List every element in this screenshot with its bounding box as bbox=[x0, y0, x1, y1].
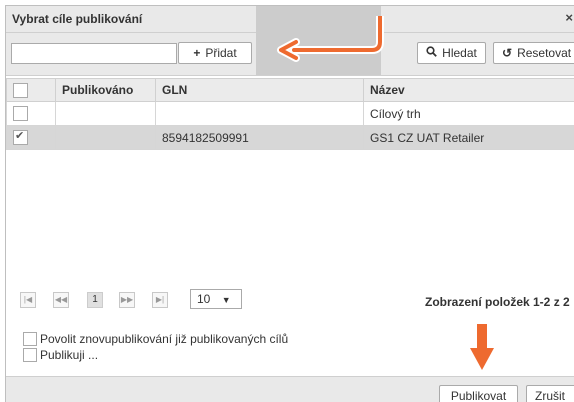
search-button-label: Hledat bbox=[442, 46, 477, 60]
options: Povolit znovupublikování již publikovaný… bbox=[23, 331, 288, 363]
dialog-title: Vybrat cíle publikování bbox=[12, 12, 142, 26]
pager: |◀ ◀◀ 1 ▶▶ ▶| 10 ▼ Zobrazení položek 1-2… bbox=[6, 287, 574, 317]
page-size-value: 10 bbox=[197, 292, 210, 306]
gln-cell bbox=[156, 102, 364, 126]
gln-cell: 8594182509991 bbox=[156, 126, 364, 150]
allow-republish-label: Povolit znovupublikování již publikovaný… bbox=[40, 332, 288, 346]
reset-button-label: Resetovat bbox=[517, 46, 571, 60]
add-button-label: Přidat bbox=[205, 46, 236, 60]
prev-page-icon[interactable]: ◀◀ bbox=[53, 292, 69, 308]
published-cell bbox=[56, 126, 156, 150]
option-publishing[interactable]: Publikuji ... bbox=[23, 347, 288, 363]
row-select-cell[interactable] bbox=[7, 126, 56, 150]
publish-button[interactable]: Publikovat bbox=[439, 385, 518, 402]
pager-summary: Zobrazení položek 1-2 z 2 bbox=[425, 295, 570, 309]
chevron-down-icon: ▼ bbox=[222, 295, 231, 305]
publishing-label: Publikuji ... bbox=[40, 348, 98, 362]
row-checkbox-checked[interactable] bbox=[13, 130, 28, 145]
header-select-all[interactable] bbox=[7, 79, 56, 102]
column-header-published[interactable]: Publikováno bbox=[56, 79, 156, 102]
close-icon[interactable]: × bbox=[565, 10, 573, 25]
targets-table: Publikováno GLN Název Cílový trh 8594182… bbox=[6, 78, 574, 150]
current-page[interactable]: 1 bbox=[87, 292, 103, 308]
annotation-arrow-down-icon bbox=[470, 324, 494, 372]
published-cell bbox=[56, 102, 156, 126]
table-row[interactable]: Cílový trh bbox=[7, 102, 574, 126]
search-button[interactable]: Hledat bbox=[417, 42, 486, 64]
row-checkbox[interactable] bbox=[13, 106, 28, 121]
plus-icon: + bbox=[193, 46, 200, 60]
reset-button[interactable]: ↺ Resetovat bbox=[493, 42, 574, 64]
magnifier-icon bbox=[426, 46, 437, 60]
select-all-checkbox[interactable] bbox=[13, 83, 28, 98]
row-select-cell[interactable] bbox=[7, 102, 56, 126]
search-input[interactable] bbox=[11, 43, 177, 64]
first-page-icon[interactable]: |◀ bbox=[20, 292, 36, 308]
table-row[interactable]: 8594182509991 GS1 CZ UAT Retailer bbox=[7, 126, 574, 150]
last-page-icon[interactable]: ▶| bbox=[152, 292, 168, 308]
name-cell: Cílový trh bbox=[364, 102, 574, 126]
column-header-gln[interactable]: GLN bbox=[156, 79, 364, 102]
name-cell: GS1 CZ UAT Retailer bbox=[364, 126, 574, 150]
page-size-select[interactable]: 10 ▼ bbox=[190, 289, 242, 309]
cancel-button[interactable]: Zrušit bbox=[526, 385, 574, 402]
allow-republish-checkbox[interactable] bbox=[23, 332, 37, 346]
publishing-checkbox[interactable] bbox=[23, 348, 37, 362]
option-allow-republish[interactable]: Povolit znovupublikování již publikovaný… bbox=[23, 331, 288, 347]
dialog-footer: Publikovat Zrušit bbox=[6, 376, 574, 402]
next-page-icon[interactable]: ▶▶ bbox=[119, 292, 135, 308]
add-button[interactable]: + Přidat bbox=[178, 42, 252, 64]
table-header-row: Publikováno GLN Název bbox=[7, 79, 574, 102]
reset-icon: ↺ bbox=[502, 46, 512, 60]
publish-targets-dialog: Vybrat cíle publikování × + Přidat Hleda… bbox=[5, 5, 574, 402]
annotation-arrow-left-icon bbox=[276, 16, 391, 66]
column-header-name[interactable]: Název bbox=[364, 79, 574, 102]
